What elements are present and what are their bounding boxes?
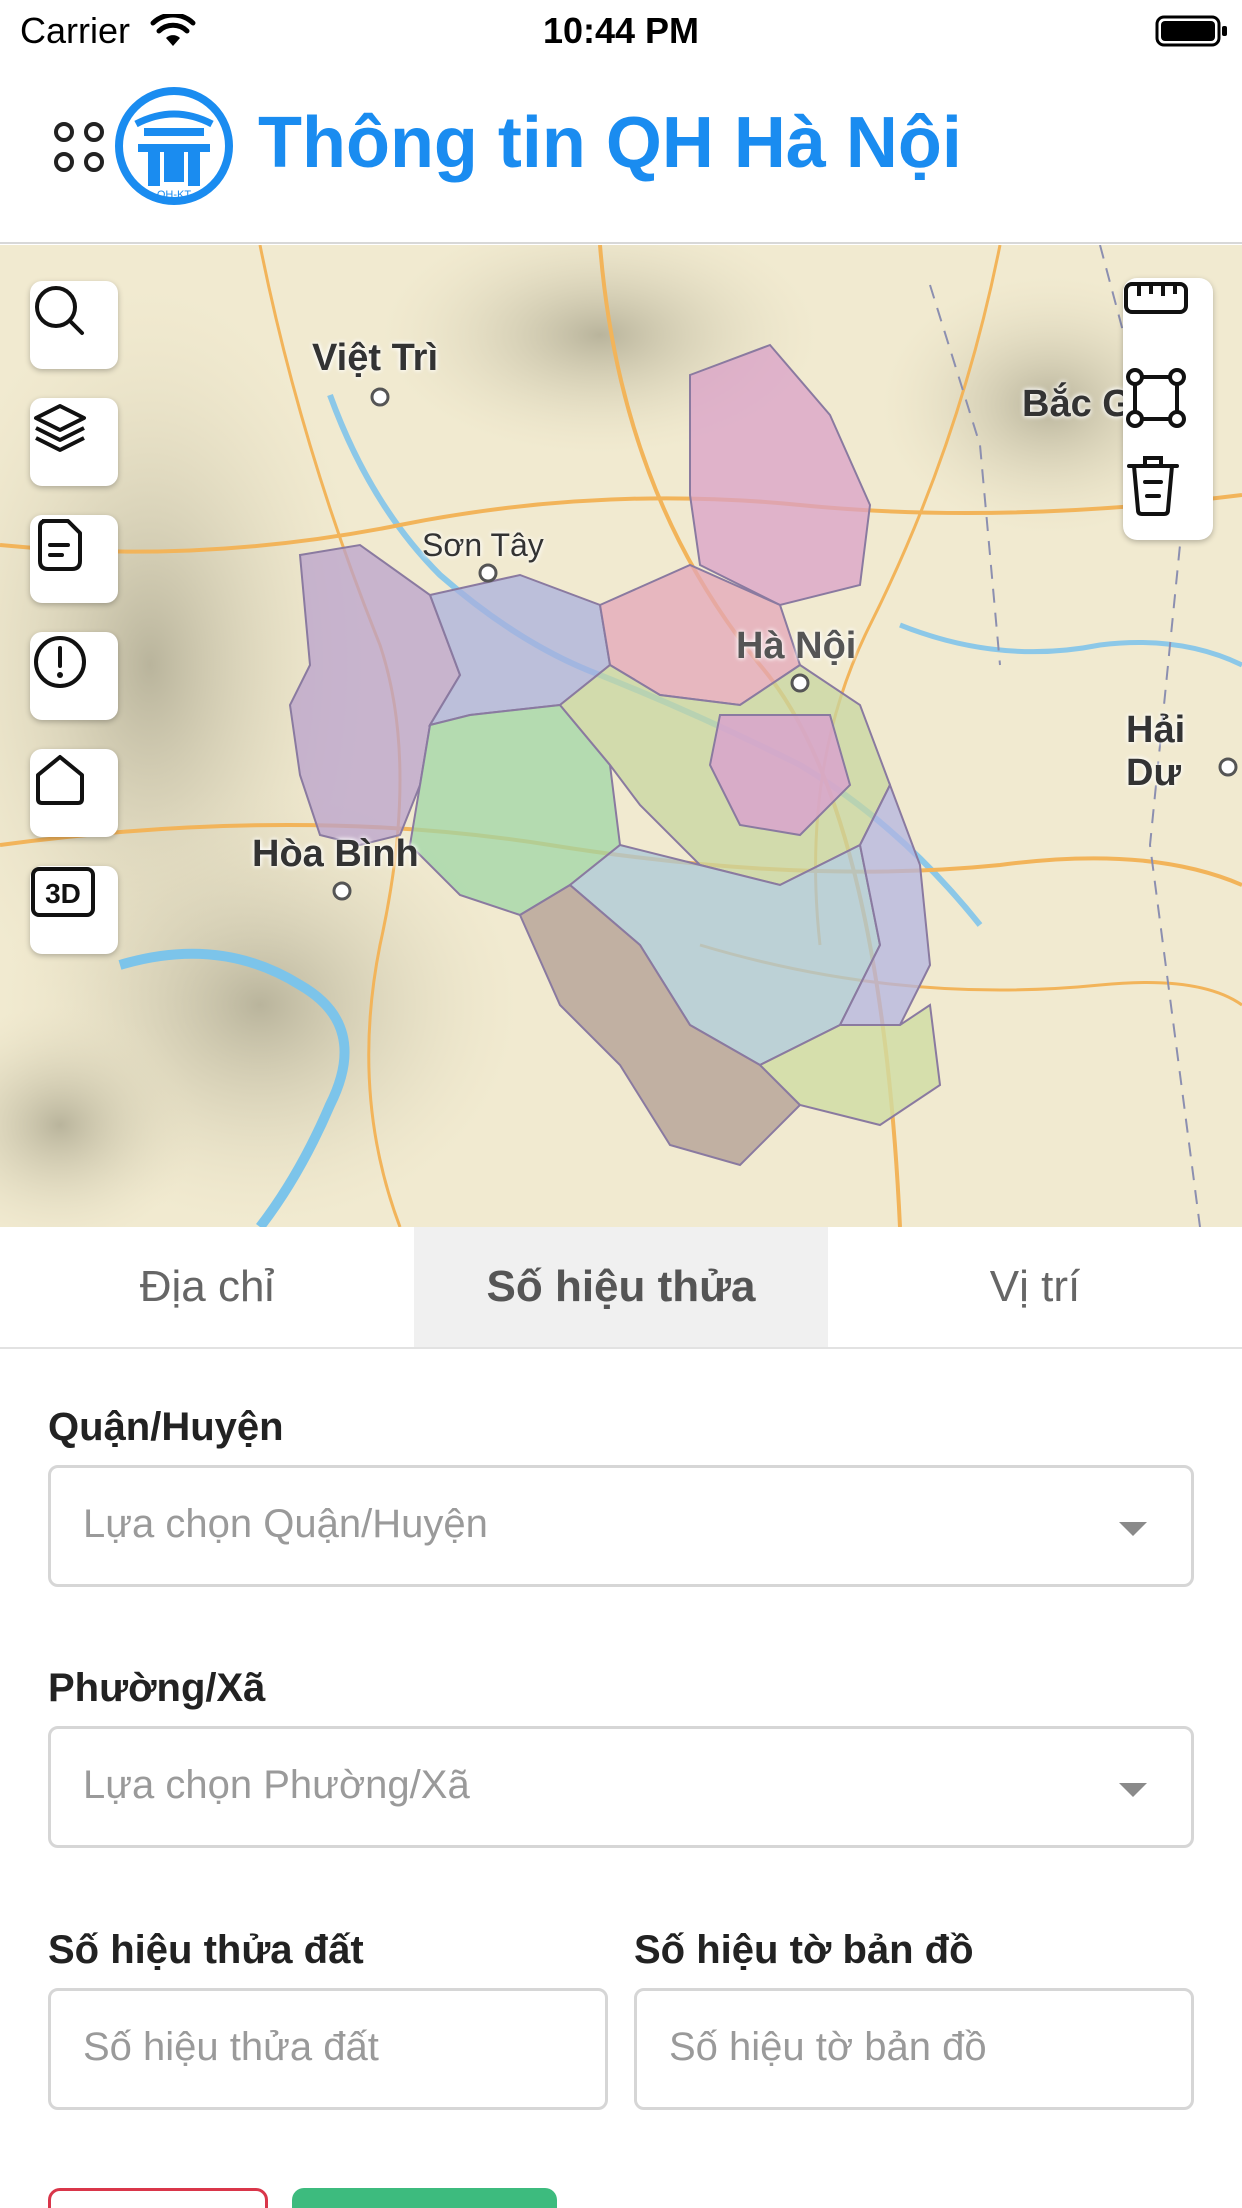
search-mode-tabs: Địa chỉ Số hiệu thửa Vị trí bbox=[0, 1227, 1242, 1349]
parcel-number-label: Số hiệu thửa đất bbox=[48, 1928, 364, 1972]
document-icon bbox=[38, 519, 82, 571]
district-placeholder: Lựa chọn Quận/Huyện bbox=[83, 1502, 488, 1546]
map-sheet-number-label: Số hiệu tờ bản đồ bbox=[634, 1928, 974, 1972]
app-title: Thông tin QH Hà Nội bbox=[258, 103, 962, 183]
ward-placeholder: Lựa chọn Phường/Xã bbox=[83, 1763, 470, 1807]
search-icon bbox=[35, 286, 84, 335]
logo-text: QH-KT bbox=[157, 189, 192, 201]
map-sheet-number-input[interactable]: Số hiệu tờ bản đồ bbox=[634, 1988, 1194, 2110]
map-label-hai-duong: Hải Dư bbox=[1126, 709, 1186, 794]
ruler-icon bbox=[1124, 282, 1188, 314]
map-label-hoa-binh: Hòa Bình bbox=[252, 833, 419, 875]
tab-address[interactable]: Địa chỉ bbox=[0, 1227, 414, 1347]
3d-button[interactable]: 3D bbox=[30, 866, 118, 954]
trash-icon bbox=[1127, 456, 1179, 516]
measure-tools-panel bbox=[1123, 278, 1213, 540]
map-sheet-number-placeholder: Số hiệu tờ bản đồ bbox=[669, 2025, 987, 2069]
status-time: 10:44 PM bbox=[542, 10, 700, 51]
parcel-number-input[interactable]: Số hiệu thửa đất bbox=[48, 1988, 608, 2110]
tab-location[interactable]: Vị trí bbox=[828, 1227, 1242, 1347]
3d-label: 3D bbox=[45, 878, 81, 909]
map-label-viet-tri: Việt Trì bbox=[312, 337, 439, 379]
ward-select[interactable]: Lựa chọn Phường/Xã bbox=[48, 1726, 1194, 1848]
search-submit-button[interactable] bbox=[292, 2188, 557, 2208]
app-header: QH-KT Thông tin QH Hà Nội bbox=[0, 62, 1242, 244]
chevron-down-icon bbox=[1119, 1522, 1147, 1536]
alert-button[interactable] bbox=[30, 632, 118, 720]
search-button[interactable] bbox=[30, 281, 118, 369]
parcel-number-placeholder: Số hiệu thửa đất bbox=[83, 2025, 379, 2069]
delete-drawing-button[interactable] bbox=[1123, 452, 1213, 540]
status-bar: Carrier 10:44 PM bbox=[0, 0, 1242, 62]
tab-parcel-number[interactable]: Số hiệu thửa bbox=[414, 1227, 828, 1347]
draw-polygon-icon bbox=[1126, 368, 1186, 428]
district-select[interactable]: Lựa chọn Quận/Huyện bbox=[48, 1465, 1194, 1587]
chevron-down-icon bbox=[1119, 1783, 1147, 1797]
layers-icon bbox=[34, 404, 86, 452]
map-label-ha-noi: Hà Nội bbox=[736, 625, 857, 667]
draw-polygon-button[interactable] bbox=[1123, 365, 1213, 453]
ruler-button[interactable] bbox=[1123, 278, 1213, 366]
alert-icon bbox=[34, 636, 86, 688]
home-button[interactable] bbox=[30, 749, 118, 837]
map-label-son-tay: Sơn Tây bbox=[422, 527, 544, 563]
3d-icon: 3D bbox=[31, 867, 95, 917]
menu-dots-icon[interactable] bbox=[50, 118, 110, 178]
layers-button[interactable] bbox=[30, 398, 118, 486]
ward-label: Phường/Xã bbox=[48, 1666, 266, 1710]
battery-icon bbox=[1155, 15, 1227, 47]
map-view[interactable]: Việt Trì Sơn Tây Hà Nội Hòa Bình Bắc Gia… bbox=[0, 245, 1242, 1227]
document-button[interactable] bbox=[30, 515, 118, 603]
app-logo: QH-KT bbox=[115, 87, 233, 205]
home-icon bbox=[36, 755, 84, 805]
district-label: Quận/Huyện bbox=[48, 1405, 284, 1449]
reset-button[interactable] bbox=[48, 2188, 268, 2208]
